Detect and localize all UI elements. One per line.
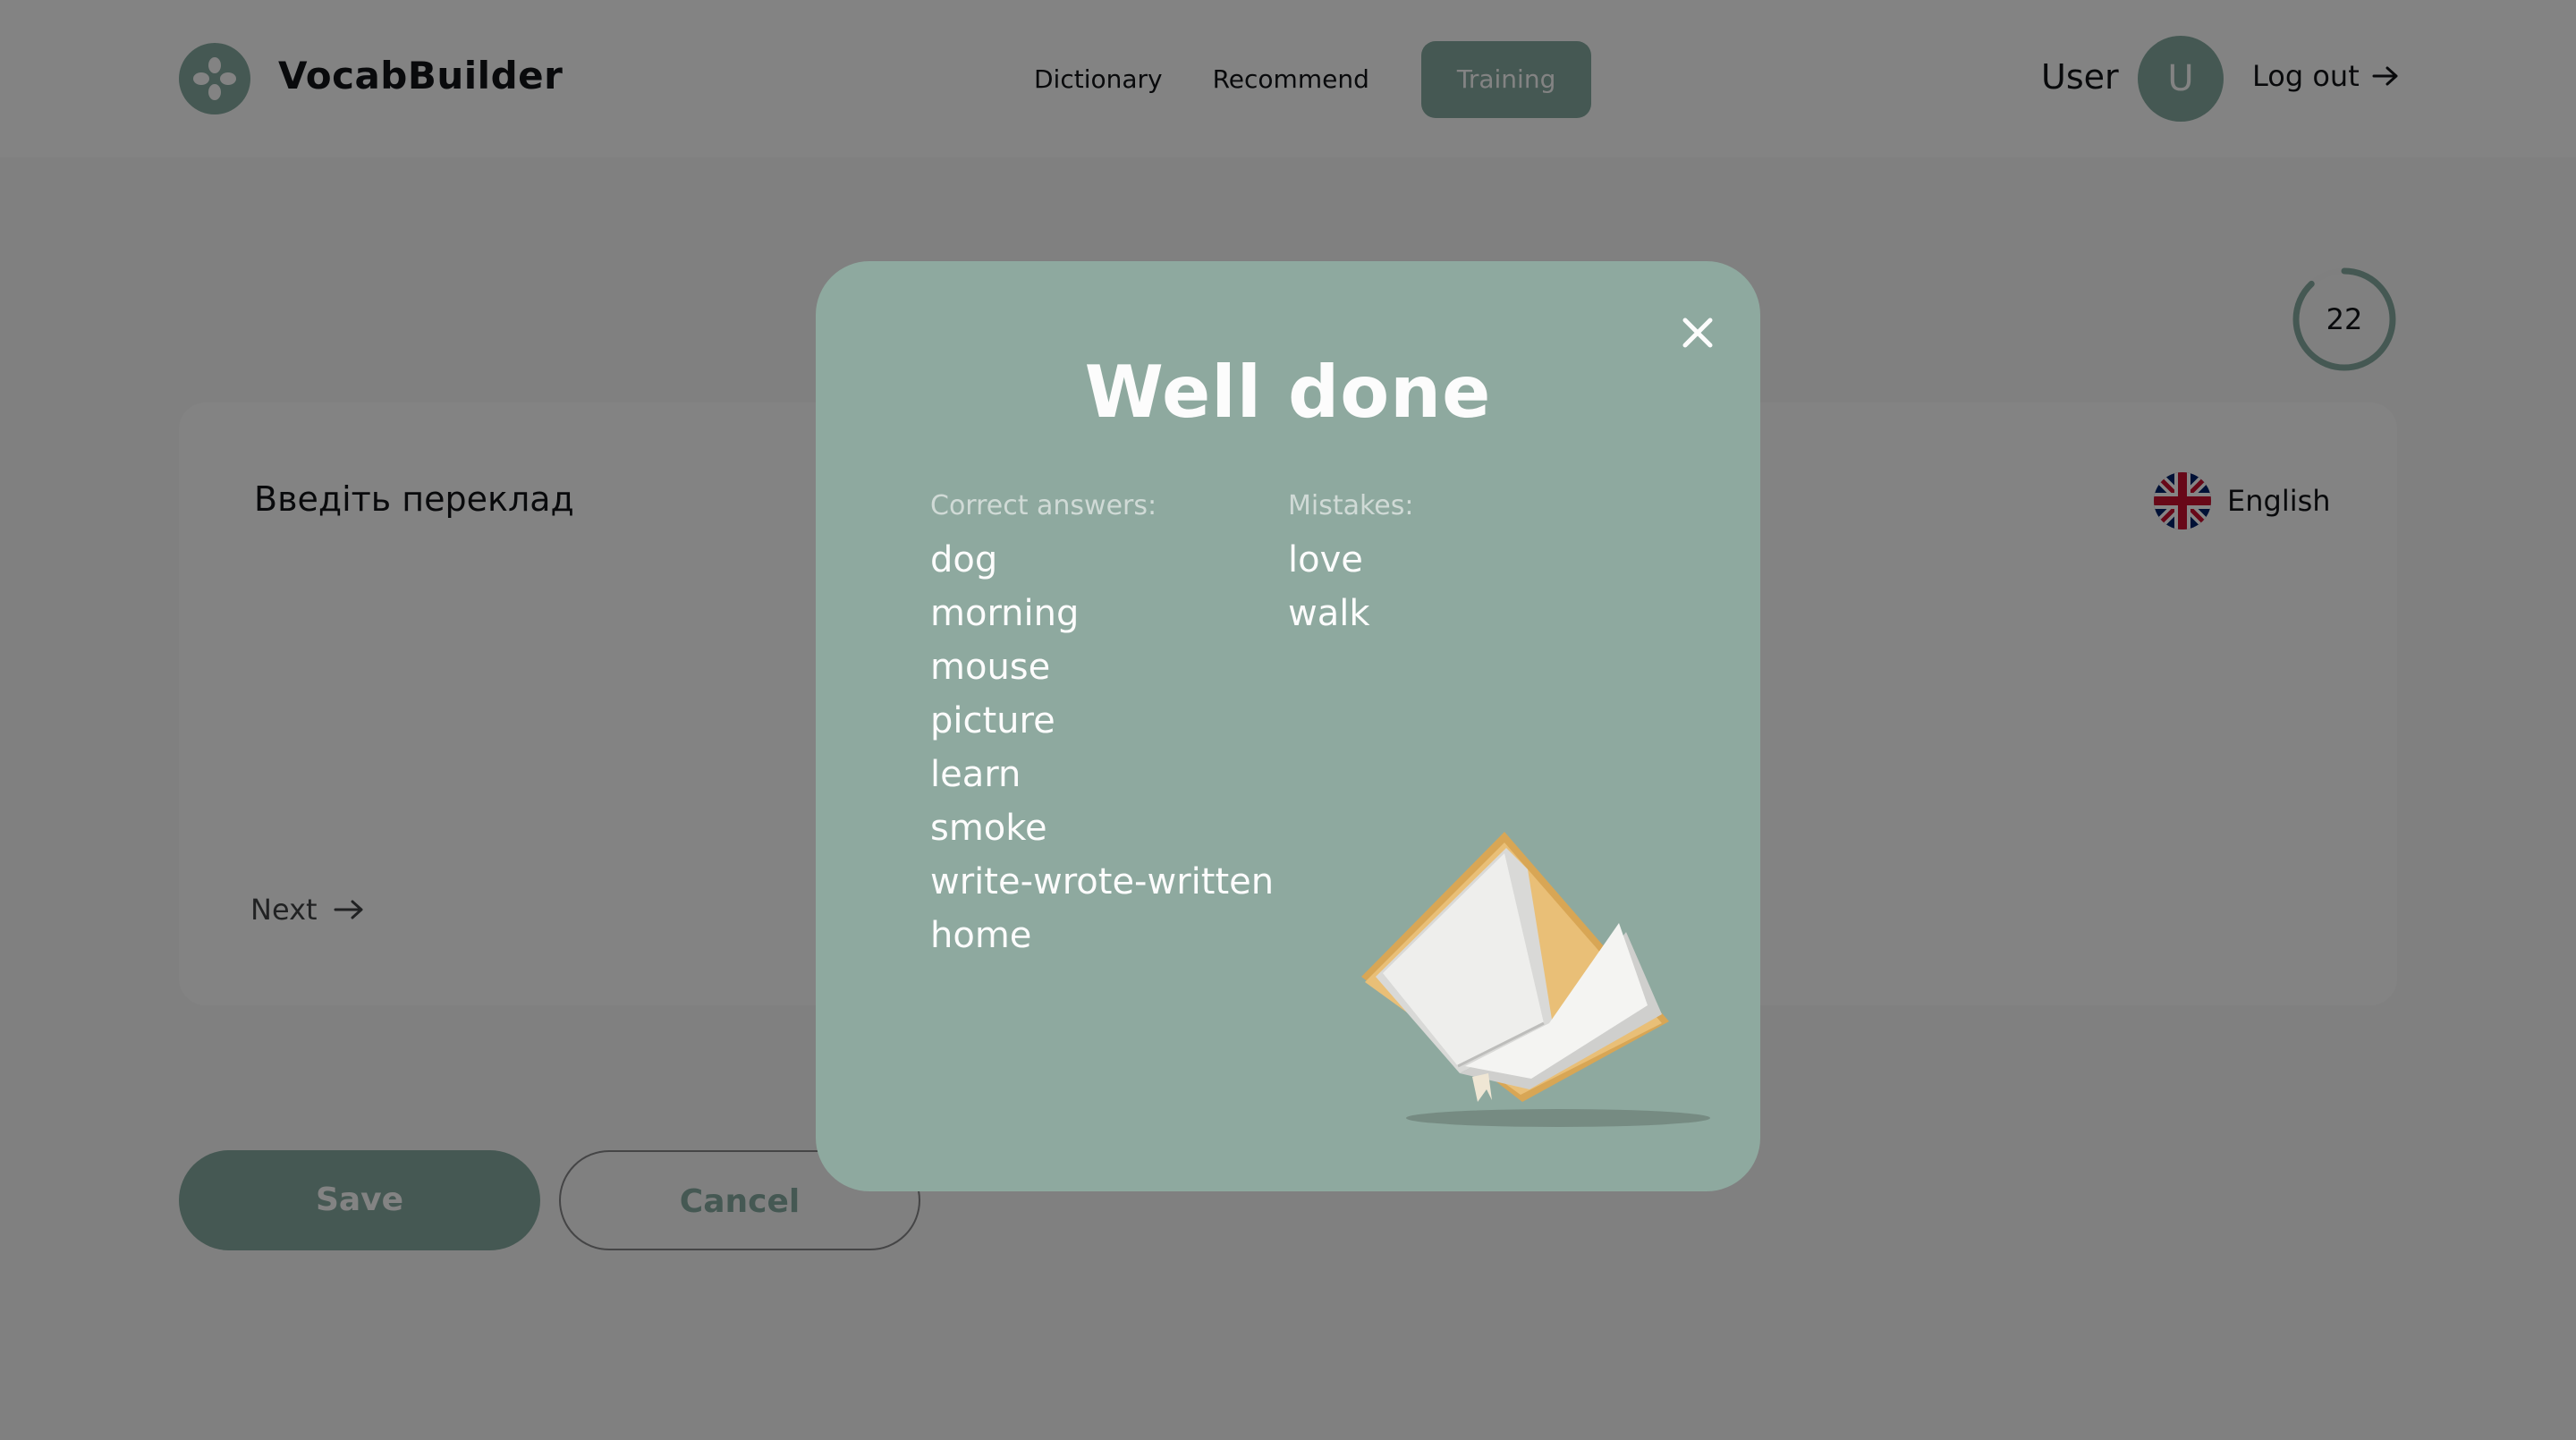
mistakes-label: Mistakes: [1288, 490, 1414, 521]
correct-word: home [930, 915, 1032, 956]
mistake-word: love [1288, 539, 1363, 580]
results-modal: Well done Correct answers: dog morning m… [816, 261, 1760, 1191]
mistakes-column: Mistakes: love walk [1288, 487, 1414, 640]
correct-word: learn [930, 754, 1021, 795]
correct-word: picture [930, 700, 1055, 741]
mistake-word: walk [1288, 593, 1370, 634]
correct-answers-column: Correct answers: dog morning mouse pictu… [930, 487, 1274, 962]
correct-word: write-wrote-written [930, 861, 1275, 902]
open-book-illustration [1361, 832, 1710, 1127]
correct-word: dog [930, 539, 998, 580]
modal-title: Well done [1084, 351, 1492, 434]
correct-word: smoke [930, 808, 1047, 849]
correct-answers-label: Correct answers: [930, 490, 1157, 521]
correct-word: morning [930, 593, 1080, 634]
correct-word: mouse [930, 647, 1051, 688]
